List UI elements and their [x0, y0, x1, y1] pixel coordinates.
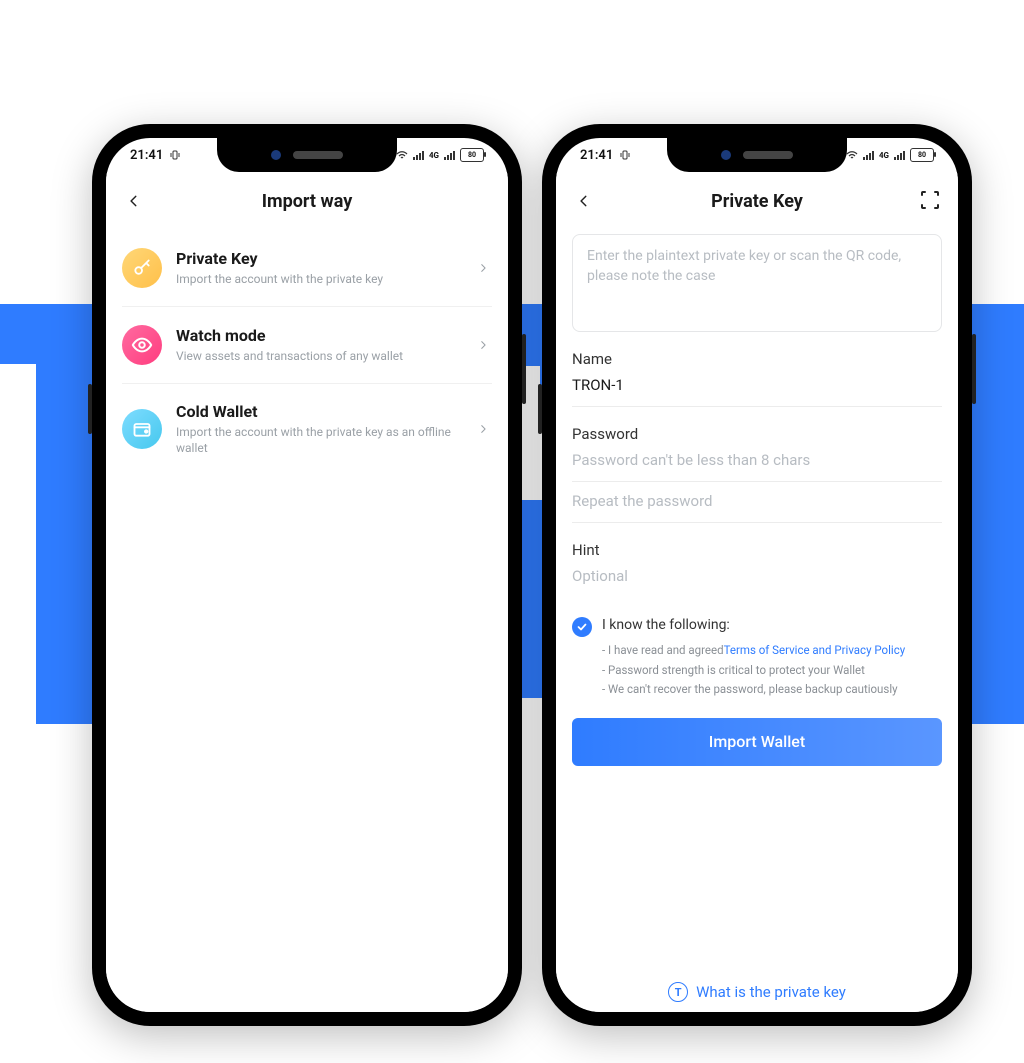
terms-link[interactable]: Terms of Service and Privacy Policy: [724, 643, 906, 657]
status-time: 21:41: [580, 148, 613, 163]
battery-icon: 80: [910, 148, 934, 162]
scan-icon: [918, 188, 942, 212]
repeat-password-input[interactable]: Repeat the password: [572, 484, 942, 523]
battery-icon: 80: [460, 148, 484, 162]
ack-header: I know the following:: [602, 617, 942, 633]
ack-point-3: - We can't recover the password, please …: [602, 680, 942, 700]
option-title: Watch mode: [176, 326, 460, 345]
import-wallet-button[interactable]: Import Wallet: [572, 718, 942, 766]
ack-checkbox[interactable]: [572, 617, 592, 637]
status-time: 21:41: [130, 148, 163, 163]
signal-icon: [444, 150, 455, 160]
back-button[interactable]: [120, 187, 148, 215]
what-is-label: What is the private key: [696, 983, 846, 1001]
phone-notch: [667, 138, 847, 172]
back-button[interactable]: [570, 187, 598, 215]
chevron-right-icon: [474, 259, 492, 277]
info-icon: T: [668, 982, 688, 1002]
hint-input[interactable]: Optional: [572, 559, 942, 597]
signal-icon: [894, 150, 905, 160]
wifi-icon: [396, 150, 408, 160]
option-title: Cold Wallet: [176, 402, 460, 421]
bg-decor: [0, 304, 98, 364]
page-title: Import way: [262, 191, 353, 212]
wifi-icon: [846, 150, 858, 160]
name-input[interactable]: TRON-1: [572, 368, 942, 407]
ack-point-2: - Password strength is critical to prote…: [602, 661, 942, 681]
name-label: Name: [572, 350, 942, 368]
ack-point-1: - I have read and agreedTerms of Service…: [602, 641, 942, 661]
vibrate-icon: [169, 149, 181, 161]
option-title: Private Key: [176, 249, 460, 268]
check-icon: [576, 621, 588, 633]
phone-mockup-right: 21:41 4G 80 Priva: [542, 124, 972, 1026]
password-input[interactable]: Password can't be less than 8 chars: [572, 443, 942, 482]
hint-label: Hint: [572, 541, 942, 559]
eye-icon: [122, 325, 162, 365]
page-title: Private Key: [711, 191, 803, 212]
private-key-input[interactable]: Enter the plaintext private key or scan …: [572, 234, 942, 332]
option-subtitle: View assets and transactions of any wall…: [176, 349, 460, 365]
phone-notch: [217, 138, 397, 172]
chevron-right-icon: [474, 336, 492, 354]
key-icon: [122, 248, 162, 288]
option-cold-wallet[interactable]: Cold Wallet Import the account with the …: [122, 384, 492, 474]
option-watch-mode[interactable]: Watch mode View assets and transactions …: [122, 307, 492, 384]
what-is-link[interactable]: T What is the private key: [572, 966, 942, 1012]
vibrate-icon: [619, 149, 631, 161]
wallet-icon: [122, 409, 162, 449]
scan-button[interactable]: [918, 188, 944, 214]
option-subtitle: Import the account with the private key …: [176, 425, 460, 456]
option-subtitle: Import the account with the private key: [176, 272, 460, 288]
option-private-key[interactable]: Private Key Import the account with the …: [122, 230, 492, 307]
signal-icon: [413, 150, 424, 160]
signal-icon: [863, 150, 874, 160]
phone-mockup-left: 21:41 4G 80 Impor: [92, 124, 522, 1026]
password-label: Password: [572, 425, 942, 443]
chevron-right-icon: [474, 420, 492, 438]
